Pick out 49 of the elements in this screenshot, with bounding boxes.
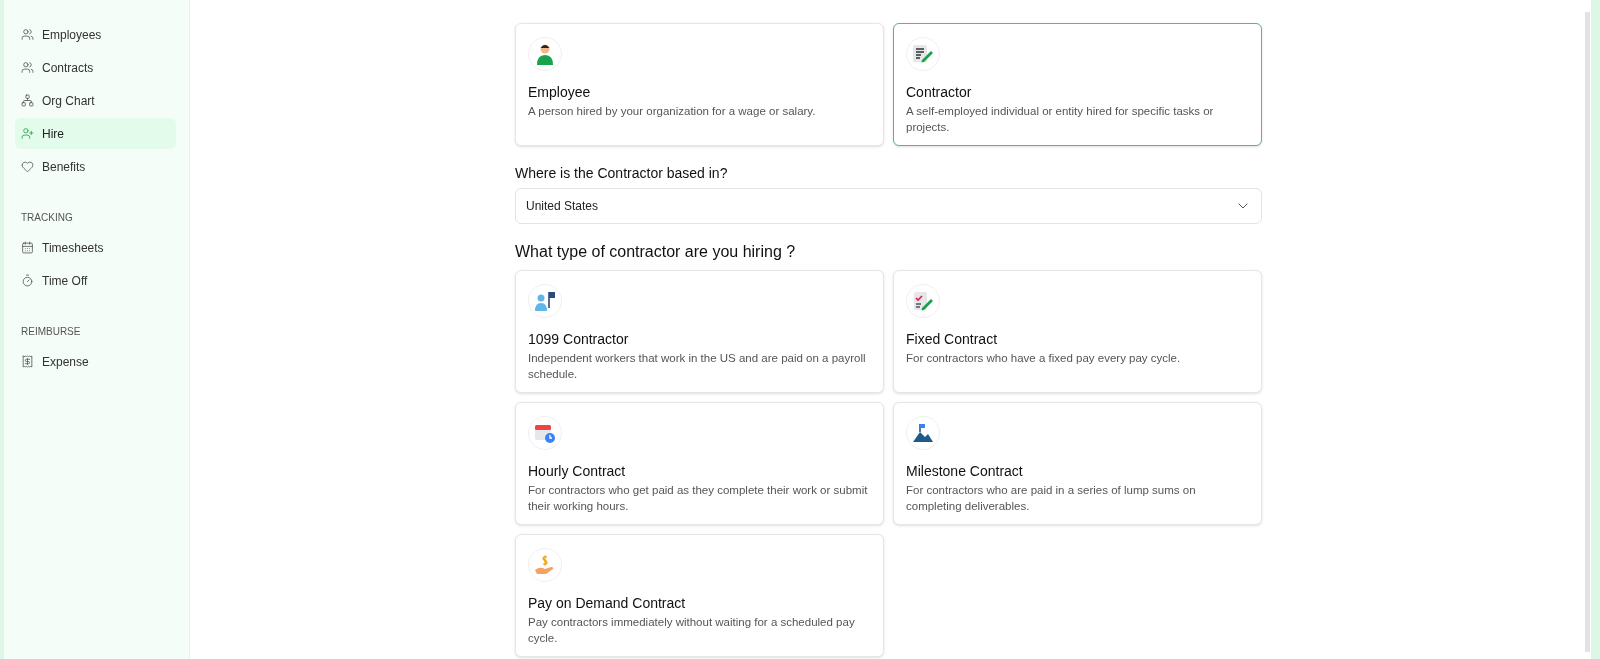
sidebar-item[interactable]: Benefits — [15, 151, 176, 182]
person-flag-icon — [534, 290, 556, 312]
field-label: Where is the Contractor based in? — [515, 164, 729, 182]
calendar-icon — [21, 241, 34, 254]
people-icon — [21, 28, 34, 41]
timer-icon — [21, 274, 34, 287]
sidebar-item[interactable]: Employees — [15, 19, 176, 50]
sidebar-item[interactable]: Hire — [15, 118, 176, 149]
option-card[interactable]: Milestone Contract For contractors who are paid in a series of lump sums on completing deliverables. — [893, 402, 1262, 525]
country-select[interactable]: United States — [515, 188, 1262, 224]
calendar-clock-icon — [534, 422, 556, 444]
checklist-pencil-icon — [912, 290, 934, 312]
sidebar-item[interactable]: Org Chart — [15, 85, 176, 116]
section-title: What type of contractor are you hiring ? — [515, 242, 797, 262]
option-card[interactable]: Employee A person hired by your organization for a wage or salary. — [515, 23, 884, 146]
sidebar-item[interactable]: Timesheets — [15, 232, 176, 263]
option-card[interactable]: Contractor A self-employed individual or entity hired for specific tasks or projects. — [893, 23, 1262, 146]
receipt-icon — [21, 355, 34, 368]
hand-coin-icon — [534, 554, 556, 576]
card-title: Pay on Demand Contract — [528, 594, 687, 612]
sidebar-item[interactable]: Contracts — [15, 52, 176, 83]
card-description: Independent workers that work in the US and are paid on a payroll schedule. — [528, 351, 867, 382]
card-description: For contractors who have a fixed pay every pay cycle. — [906, 351, 1182, 366]
option-card[interactable]: Fixed Contract For contractors who have a fixed pay every pay cycle. — [893, 270, 1262, 393]
card-description: For contractors who get paid as they complete their work or submit their working hours. — [528, 483, 869, 514]
heart-icon — [21, 160, 34, 173]
option-card[interactable]: 1099 Contractor Independent workers that work in the US and are paid on a payroll schedule. — [515, 270, 884, 393]
section-heading: REIMBURSE — [20, 324, 82, 339]
card-title: Contractor — [906, 83, 973, 101]
card-description: A person hired by your organization for a wage or salary. — [528, 104, 817, 119]
card-title: 1099 Contractor — [528, 330, 630, 348]
sidebar-item[interactable]: Expense — [15, 346, 176, 377]
card-description: Pay contractors immediately without waiting for a scheduled pay cycle. — [528, 615, 856, 646]
card-title: Hourly Contract — [528, 462, 627, 480]
card-title: Milestone Contract — [906, 462, 1024, 480]
card-description: For contractors who are paid in a series of lump sums on completing deliverables. — [906, 483, 1197, 514]
card-title: Employee — [528, 83, 592, 101]
document-pencil-icon — [912, 44, 934, 64]
person-plus-icon — [21, 127, 34, 140]
sidebar-item[interactable]: Time Off — [15, 265, 176, 296]
card-description: A self-employed individual or entity hired for specific tasks or projects. — [906, 104, 1215, 135]
person-icon — [535, 43, 555, 65]
option-card[interactable]: Hourly Contract For contractors who get paid as they complete their work or submit their working hours. — [515, 402, 884, 525]
mountain-flag-icon — [912, 422, 934, 444]
hierarchy-icon — [21, 94, 34, 107]
people-icon — [21, 61, 34, 74]
section-heading: TRACKING — [20, 210, 74, 225]
card-title: Fixed Contract — [906, 330, 999, 348]
option-card[interactable]: Pay on Demand Contract Pay contractors immediately without waiting for a scheduled pay cycle. — [515, 534, 884, 657]
